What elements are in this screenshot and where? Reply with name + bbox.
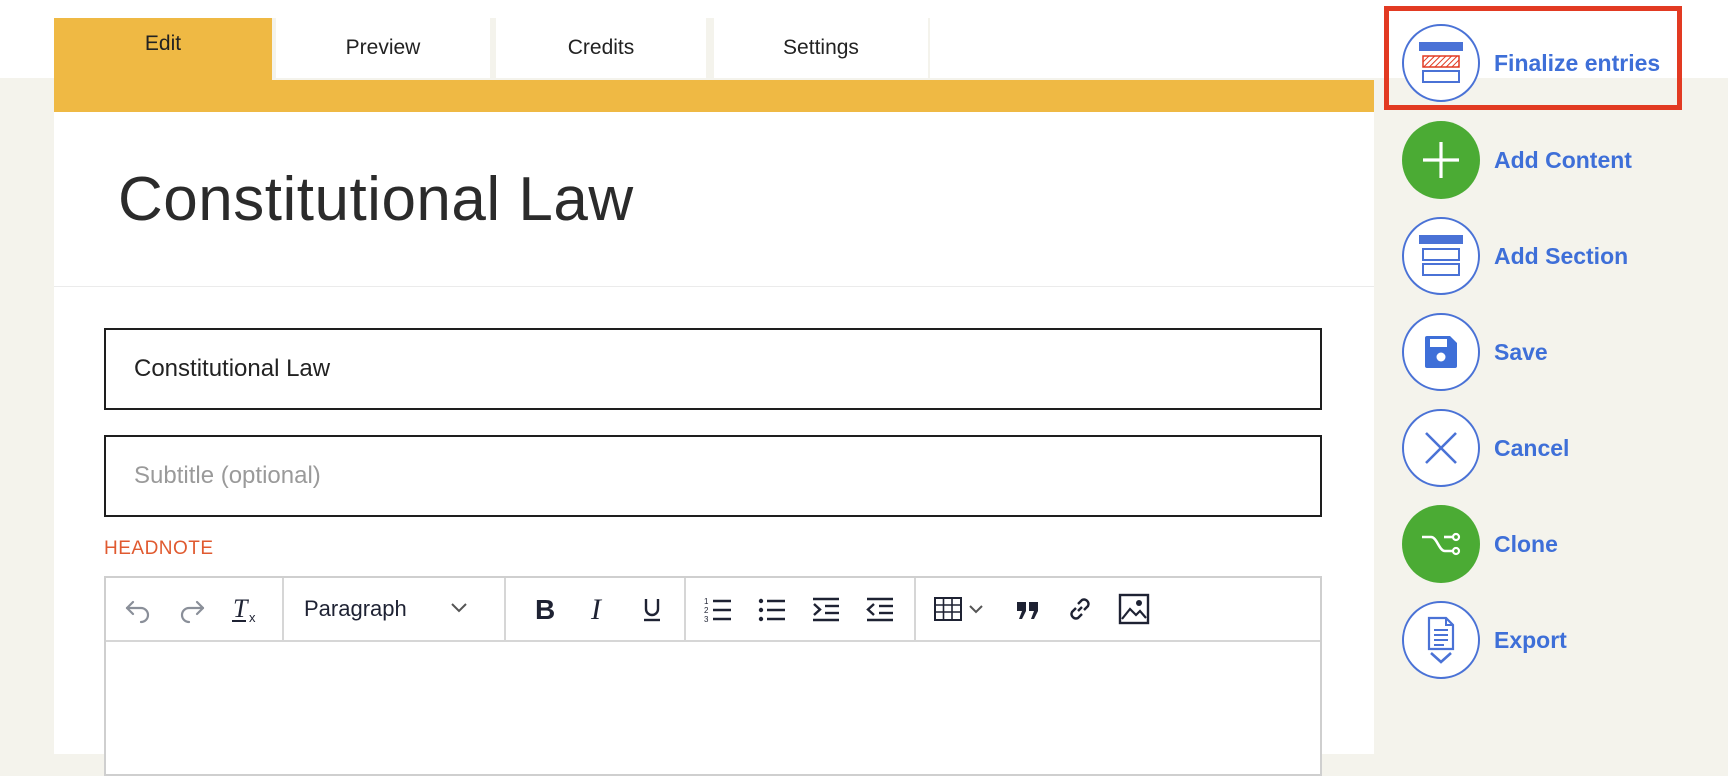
toolbar-divider	[914, 578, 916, 640]
bold-icon[interactable]: B	[526, 591, 562, 627]
svg-text:I: I	[590, 594, 603, 624]
branch-icon	[1402, 505, 1480, 583]
clone-button[interactable]: Clone	[1402, 503, 1728, 585]
export-label: Export	[1494, 626, 1567, 653]
table-icon[interactable]	[932, 591, 992, 627]
clone-label: Clone	[1494, 530, 1558, 557]
redo-icon[interactable]	[174, 591, 210, 627]
underline-icon[interactable]	[634, 591, 670, 627]
cancel-button[interactable]: Cancel	[1402, 407, 1728, 489]
finalize-entries-label: Finalize entries	[1494, 49, 1661, 76]
svg-text:2: 2	[704, 606, 709, 615]
svg-text:x: x	[249, 610, 256, 625]
headnote-editor[interactable]: Tx Paragraph B I 123	[104, 576, 1322, 776]
close-icon	[1402, 409, 1480, 487]
editor-toolbar: Tx Paragraph B I 123	[106, 578, 1320, 642]
cancel-label: Cancel	[1494, 434, 1570, 461]
finalize-entries-button[interactable]: Finalize entries	[1402, 22, 1728, 104]
add-content-label: Add Content	[1494, 146, 1632, 173]
numbered-list-icon[interactable]: 123	[700, 591, 736, 627]
svg-text:1: 1	[704, 597, 709, 606]
image-icon[interactable]	[1116, 591, 1152, 627]
tab-credits[interactable]: Credits	[496, 18, 706, 78]
svg-text:T: T	[233, 594, 249, 623]
tab-bar: Edit Preview Credits Settings	[54, 18, 930, 80]
title-input[interactable]	[104, 328, 1322, 410]
tab-settings[interactable]: Settings	[714, 18, 928, 78]
tab-edit[interactable]: Edit	[54, 18, 272, 80]
export-button[interactable]: Export	[1402, 599, 1728, 681]
bulleted-list-icon[interactable]	[754, 591, 790, 627]
plus-icon	[1402, 121, 1480, 199]
tab-preview[interactable]: Preview	[276, 18, 490, 78]
blockquote-icon[interactable]	[1010, 591, 1046, 627]
document-export-icon	[1402, 601, 1480, 679]
svg-text:3: 3	[704, 615, 709, 624]
toolbar-divider	[504, 578, 506, 640]
chevron-down-icon	[451, 603, 467, 613]
subtitle-input[interactable]	[104, 435, 1322, 517]
section-icon	[1402, 217, 1480, 295]
format-select[interactable]: Paragraph	[284, 578, 484, 640]
undo-icon[interactable]	[120, 591, 156, 627]
save-label: Save	[1494, 338, 1548, 365]
finalize-icon	[1402, 24, 1480, 102]
add-section-label: Add Section	[1494, 242, 1629, 269]
link-icon[interactable]	[1062, 591, 1098, 627]
floppy-disk-icon	[1402, 313, 1480, 391]
headnote-label: HEADNOTE	[104, 538, 214, 559]
page-title: Constitutional Law	[118, 165, 634, 234]
title-divider	[54, 286, 1374, 287]
outdent-icon[interactable]	[862, 591, 898, 627]
add-section-button[interactable]: Add Section	[1402, 215, 1728, 297]
clear-formatting-icon[interactable]: Tx	[228, 591, 264, 627]
active-tab-band	[54, 80, 1374, 112]
add-content-button[interactable]: Add Content	[1402, 119, 1728, 201]
svg-text:B: B	[535, 594, 555, 624]
format-select-value: Paragraph	[304, 596, 407, 621]
save-button[interactable]: Save	[1402, 311, 1728, 393]
indent-icon[interactable]	[808, 591, 844, 627]
italic-icon[interactable]: I	[580, 591, 616, 627]
toolbar-divider	[684, 578, 686, 640]
